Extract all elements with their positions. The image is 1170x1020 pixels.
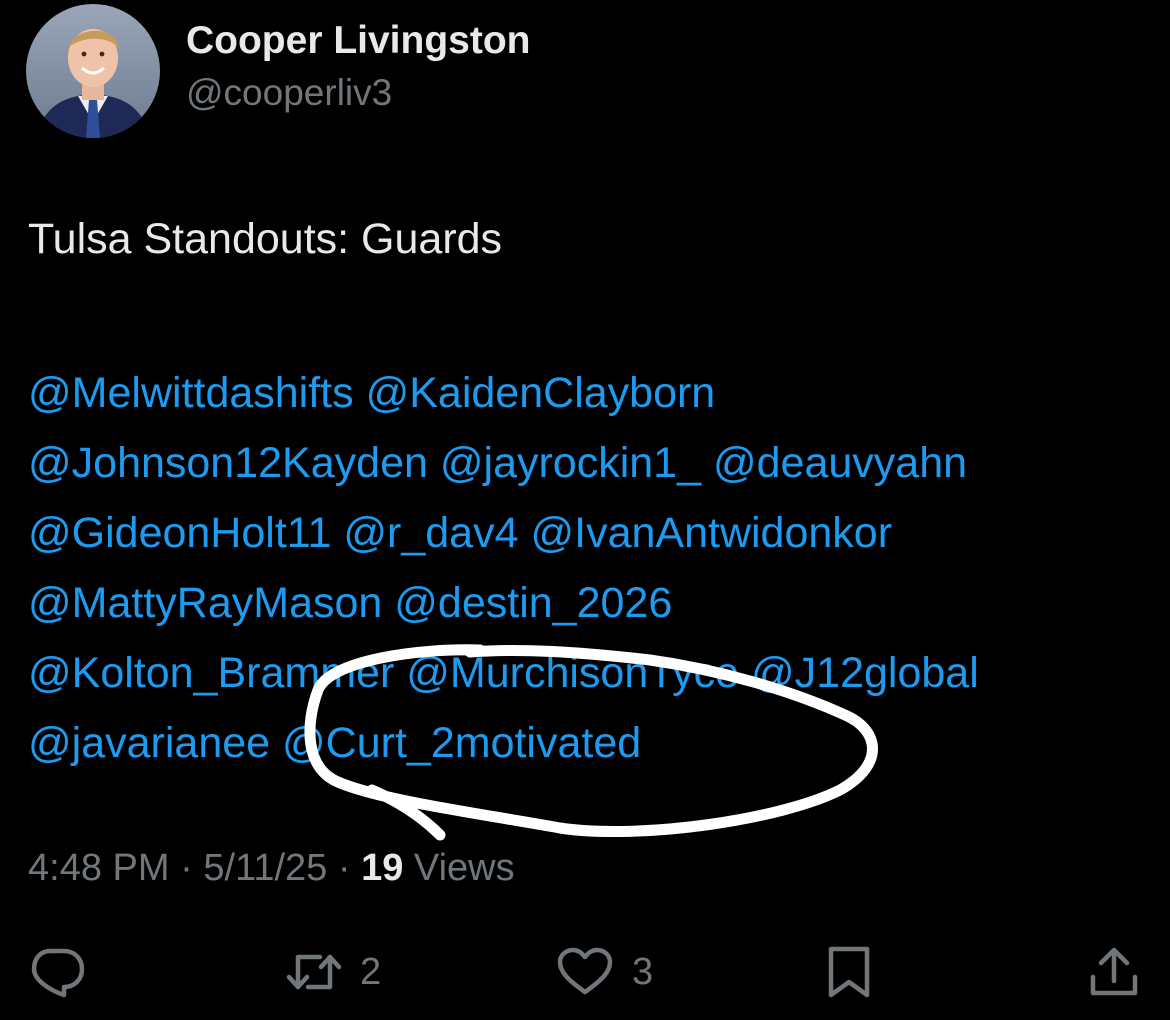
mention-link[interactable]: @GideonHolt11 <box>28 509 331 557</box>
share-icon <box>1090 947 1138 996</box>
mention-line: @Kolton_Brammer @MurchisonTyce @J12globa… <box>28 638 1158 708</box>
views-count: 19 <box>361 847 404 889</box>
mention-link[interactable]: @Johnson12Kayden <box>28 439 428 487</box>
mention-link[interactable]: @Melwittdashifts <box>28 369 354 417</box>
tweet-header: Cooper Livingston @cooperliv3 <box>26 4 1146 144</box>
tweet-text: Tulsa Standouts: Guards <box>28 215 503 263</box>
tweet-meta: 4:48 PM · 5/11/25 · 19 Views <box>28 845 515 891</box>
mention-link[interactable]: @MurchisonTyce <box>406 649 739 697</box>
heart-icon <box>557 947 613 995</box>
meta-separator: · <box>337 847 351 889</box>
repost-count: 2 <box>360 950 382 993</box>
tweet-time[interactable]: 4:48 PM <box>28 847 170 889</box>
like-count: 3 <box>632 950 654 993</box>
mention-line: @GideonHolt11 @r_dav4 @IvanAntwidonkor <box>28 498 1158 568</box>
mention-line: @Melwittdashifts @KaidenClayborn <box>28 358 1158 428</box>
repost-button[interactable]: 2 <box>286 944 381 1000</box>
tweet-actions: 2 3 <box>0 930 1170 1010</box>
mention-link[interactable]: @KaidenClayborn <box>366 369 716 417</box>
mention-link[interactable]: @MattyRayMason <box>28 579 382 627</box>
author-names: Cooper Livingston @cooperliv3 <box>186 18 531 116</box>
mention-line: @MattyRayMason @destin_2026 <box>28 568 1158 638</box>
mention-link[interactable]: @r_dav4 <box>343 509 518 557</box>
mention-link[interactable]: @jayrockin1_ <box>440 439 701 487</box>
meta-separator: · <box>180 847 193 889</box>
bookmark-icon <box>828 946 870 998</box>
author-display-name[interactable]: Cooper Livingston <box>186 18 531 64</box>
author-handle[interactable]: @cooperliv3 <box>186 70 531 116</box>
share-button[interactable] <box>1088 944 1140 1000</box>
mention-link[interactable]: @destin_2026 <box>394 579 672 627</box>
mention-link[interactable]: @javarianee <box>28 719 270 767</box>
mention-link[interactable]: @deauvyahn <box>713 439 967 487</box>
mention-line: @Johnson12Kayden @jayrockin1_ @deauvyahn <box>28 428 1158 498</box>
repost-icon <box>286 954 342 990</box>
views-label: Views <box>413 847 515 889</box>
mention-line: @javarianee @Curt_2motivated <box>28 708 1158 778</box>
tweet-date[interactable]: 5/11/25 <box>203 847 327 889</box>
avatar-photo <box>26 4 160 138</box>
mention-list: @Melwittdashifts @KaidenClayborn @Johnson… <box>28 358 1158 778</box>
like-button[interactable]: 3 <box>556 944 653 1000</box>
mention-link[interactable]: @J12global <box>751 649 979 697</box>
mention-link[interactable]: @Curt_2motivated <box>282 719 641 767</box>
mention-link[interactable]: @Kolton_Brammer <box>28 649 394 697</box>
avatar[interactable] <box>26 4 160 138</box>
reply-button[interactable] <box>28 944 86 1000</box>
bookmark-button[interactable] <box>826 944 872 1000</box>
mention-link[interactable]: @IvanAntwidonkor <box>530 509 892 557</box>
reply-icon <box>31 948 85 998</box>
